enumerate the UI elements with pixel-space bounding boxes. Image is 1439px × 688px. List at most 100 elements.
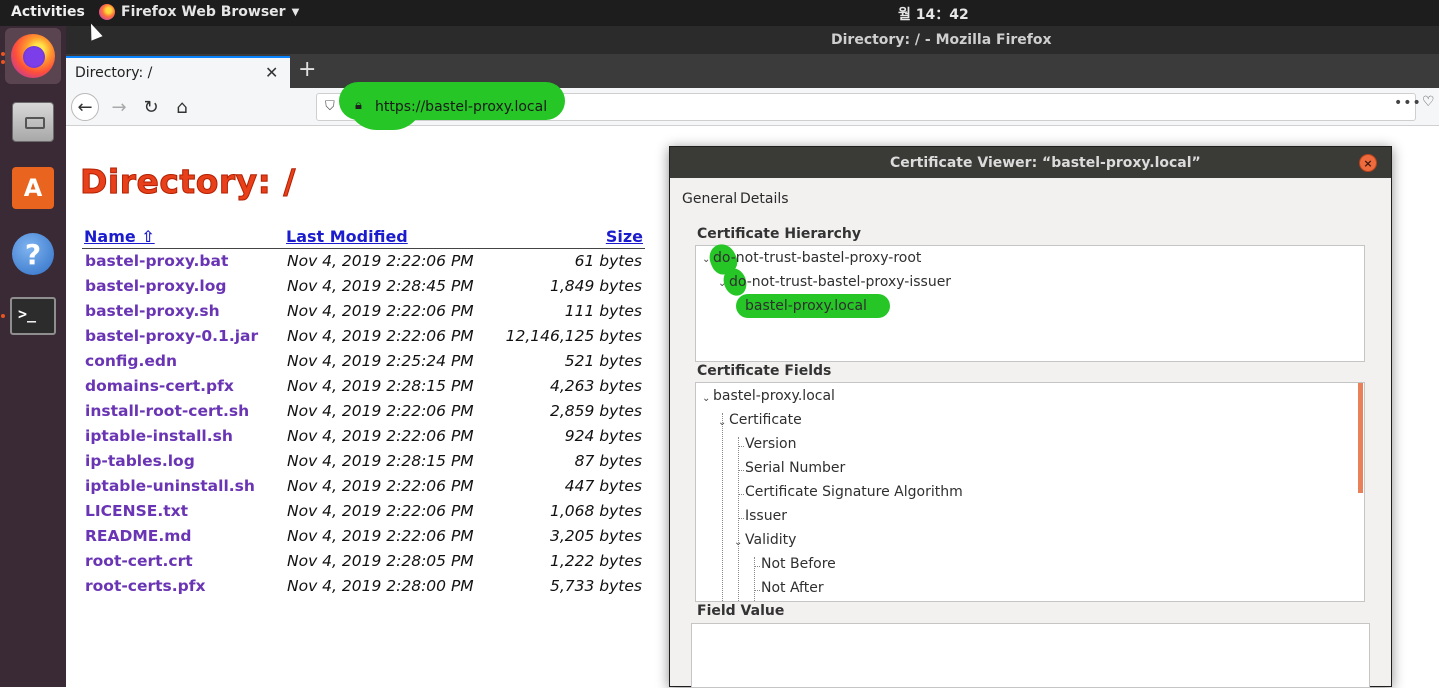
hierarchy-root[interactable]: do-not-trust-bastel-proxy-root [713, 250, 921, 266]
gnome-top-bar: Activities Firefox Web Browser ▼ 월 14：42 [0, 0, 1439, 26]
dialog-close-button[interactable]: × [1359, 154, 1377, 172]
new-tab-button[interactable]: + [298, 57, 316, 82]
dock-files[interactable] [5, 94, 61, 150]
navigation-toolbar: ← → ↻ ⌂ ⛉ 🔒︎ https://bastel-proxy.local … [66, 82, 1439, 130]
field-row[interactable]: Serial Number [745, 460, 845, 476]
field-row[interactable]: Not After [761, 580, 824, 596]
chevron-down-icon[interactable]: ⌄ [734, 537, 742, 548]
file-size: 5,733 bytes [549, 577, 642, 595]
file-name-link[interactable]: domains-cert.pfx [82, 374, 284, 399]
file-name-link[interactable]: bastel-proxy.sh [82, 299, 284, 324]
chevron-down-icon[interactable]: ⌄ [718, 278, 726, 289]
chevron-down-icon[interactable]: ⌄ [702, 393, 710, 404]
terminal-icon: >_ [10, 297, 56, 335]
dock-software[interactable]: A [5, 160, 61, 216]
file-modified: Nov 4, 2019 2:22:06 PM [287, 477, 474, 495]
page-actions-icon[interactable]: ••• [1394, 95, 1422, 111]
dialog-titlebar[interactable]: Certificate Viewer: “bastel-proxy.local”… [670, 147, 1391, 178]
file-modified: Nov 4, 2019 2:28:15 PM [287, 452, 474, 470]
field-row[interactable]: Version [745, 436, 796, 452]
column-header-name[interactable]: Name ⇧ [82, 226, 284, 249]
file-name-link[interactable]: root-cert.crt [82, 549, 284, 574]
tree-guide [738, 437, 739, 601]
table-row: bastel-proxy.bat Nov 4, 2019 2:22:06 PM 61… [82, 249, 645, 274]
file-modified: Nov 4, 2019 2:22:06 PM [287, 527, 474, 545]
url-text[interactable]: https://bastel-proxy.local [375, 99, 547, 115]
file-name-link[interactable]: install-root-cert.sh [82, 399, 284, 424]
app-menu[interactable]: Firefox Web Browser ▼ [99, 4, 299, 20]
tab-general[interactable]: General [682, 191, 737, 207]
field-row[interactable]: Issuer [745, 508, 787, 524]
table-row: config.edn Nov 4, 2019 2:25:24 PM 521 byte… [82, 349, 645, 374]
file-name-link[interactable]: ip-tables.log [82, 449, 284, 474]
field-row[interactable]: Certificate Signature Algorithm [745, 484, 963, 500]
file-name-link[interactable]: config.edn [82, 349, 284, 374]
field-value-label: Field Value [697, 603, 785, 619]
file-name-link[interactable]: bastel-proxy-0.1.jar [82, 324, 284, 349]
table-row: LICENSE.txt Nov 4, 2019 2:22:06 PM 1,068 b… [82, 499, 645, 524]
lock-icon[interactable]: 🔒︎ [355, 98, 362, 113]
field-value-textarea[interactable] [691, 623, 1370, 688]
fields-scrollbar[interactable] [1358, 383, 1363, 493]
file-size: 521 bytes [564, 352, 642, 370]
certificate-fields-tree[interactable]: ⌄ bastel-proxy.local ⌄ Certificate Versi… [695, 382, 1365, 602]
field-row[interactable]: Validity [745, 532, 796, 548]
hierarchy-label: Certificate Hierarchy [697, 226, 862, 242]
close-tab-icon[interactable]: ✕ [265, 63, 278, 82]
arrow-left-icon: ← [77, 96, 93, 118]
tree-guide [738, 470, 744, 471]
forward-button[interactable]: → [105, 93, 133, 121]
table-row: iptable-uninstall.sh Nov 4, 2019 2:22:06 … [82, 474, 645, 499]
back-button[interactable]: ← [71, 93, 99, 121]
home-button[interactable]: ⌂ [168, 93, 196, 121]
table-row: root-certs.pfx Nov 4, 2019 2:28:00 PM 5,73… [82, 574, 645, 599]
file-size: 87 bytes [574, 452, 642, 470]
directory-table-body: bastel-proxy.bat Nov 4, 2019 2:22:06 PM 61… [82, 249, 645, 599]
dock-firefox[interactable] [5, 28, 61, 84]
file-size: 111 bytes [564, 302, 642, 320]
file-name-link[interactable]: LICENSE.txt [82, 499, 284, 524]
reload-button[interactable]: ↻ [137, 93, 165, 121]
hierarchy-leaf[interactable]: bastel-proxy.local [745, 298, 867, 314]
window-titlebar[interactable]: Directory: / - Mozilla Firefox [66, 26, 1439, 54]
file-name-link[interactable]: root-certs.pfx [82, 574, 284, 599]
chevron-down-icon[interactable]: ⌄ [702, 254, 710, 265]
file-name-link[interactable]: iptable-install.sh [82, 424, 284, 449]
url-bar[interactable]: ⛉ 🔒︎ https://bastel-proxy.local [316, 82, 1416, 130]
file-name-link[interactable]: bastel-proxy.bat [82, 249, 284, 274]
table-row: bastel-proxy.sh Nov 4, 2019 2:22:06 PM 111… [82, 299, 645, 324]
file-modified: Nov 4, 2019 2:22:06 PM [287, 302, 474, 320]
field-row[interactable]: Certificate [729, 412, 802, 428]
file-name-link[interactable]: README.md [82, 524, 284, 549]
field-row[interactable]: Not Before [761, 556, 836, 572]
tracking-shield-icon[interactable]: ⛉ [325, 99, 335, 114]
table-row: install-root-cert.sh Nov 4, 2019 2:22:06 … [82, 399, 645, 424]
table-row: root-cert.crt Nov 4, 2019 2:28:05 PM 1,222… [82, 549, 645, 574]
file-size: 12,146,125 bytes [505, 327, 642, 345]
tree-guide [738, 518, 744, 519]
file-modified: Nov 4, 2019 2:22:06 PM [287, 402, 474, 420]
dock-help[interactable]: ? [5, 226, 61, 282]
table-row: bastel-proxy-0.1.jar Nov 4, 2019 2:22:06 … [82, 324, 645, 349]
tab-directory[interactable]: Directory: / ✕ [66, 56, 290, 88]
file-name-link[interactable]: iptable-uninstall.sh [82, 474, 284, 499]
tree-guide [754, 590, 760, 591]
tab-details[interactable]: Details [740, 191, 789, 207]
column-header-modified[interactable]: Last Modified [284, 226, 497, 249]
activities-button[interactable]: Activities [11, 4, 85, 20]
chevron-down-icon[interactable]: ⌄ [718, 417, 726, 428]
clock[interactable]: 월 14：42 [898, 4, 969, 24]
file-size: 1,068 bytes [549, 502, 642, 520]
certificate-hierarchy-tree[interactable]: ⌄ do-not-trust-bastel-proxy-root ⌄ do-no… [695, 239, 1365, 362]
arrow-right-icon: → [111, 96, 127, 118]
dock-terminal[interactable]: >_ [5, 288, 61, 344]
field-row[interactable]: bastel-proxy.local [713, 388, 835, 404]
hierarchy-issuer[interactable]: do-not-trust-bastel-proxy-issuer [729, 274, 951, 290]
pocket-icon[interactable]: ♡ [1422, 94, 1435, 110]
running-indicator [1, 52, 5, 56]
tree-guide [754, 566, 760, 567]
column-header-size[interactable]: Size [497, 226, 645, 249]
file-name-link[interactable]: bastel-proxy.log [82, 274, 284, 299]
tree-guide [722, 413, 723, 601]
file-modified: Nov 4, 2019 2:28:15 PM [287, 377, 474, 395]
